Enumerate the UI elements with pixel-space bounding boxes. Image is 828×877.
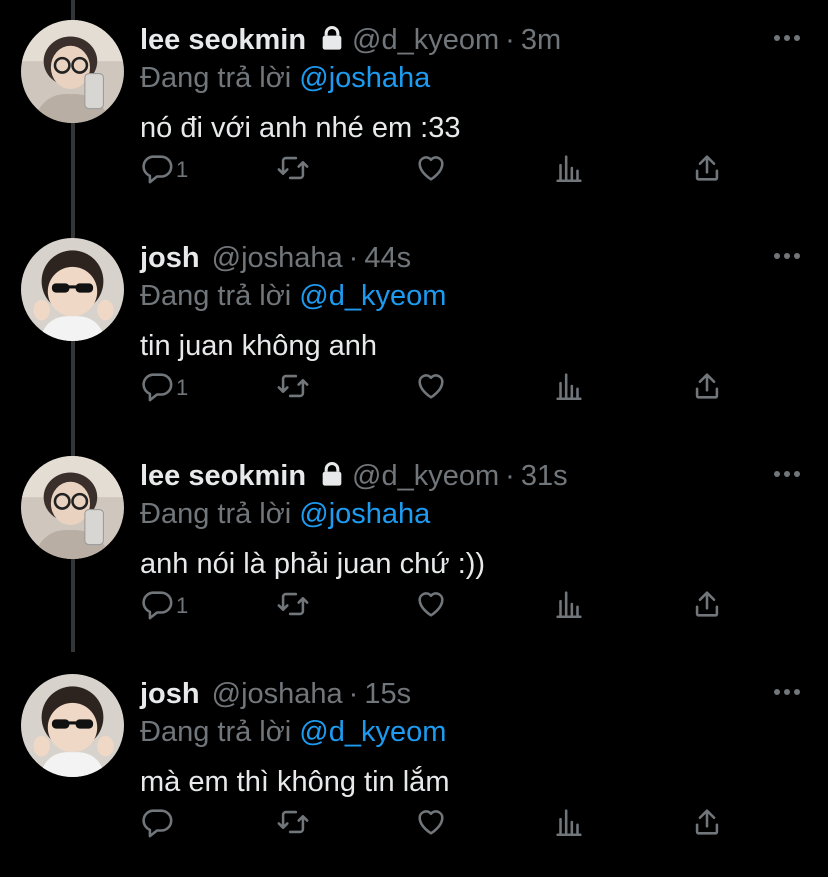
tweet-actions: 1 <box>140 368 740 408</box>
baby-with-sunglasses-avatar-icon <box>21 238 124 341</box>
reply-icon <box>140 805 174 844</box>
reply-button[interactable]: 1 <box>140 368 188 408</box>
lock-icon <box>318 23 346 63</box>
display-name[interactable]: josh <box>140 678 200 710</box>
share-button[interactable] <box>690 804 724 844</box>
tweet[interactable]: josh @joshaha · 44s Đang trả lời @d_kyeom t… <box>0 218 828 436</box>
tweet-text: anh nói là phải juan chứ :)) <box>140 548 486 580</box>
tweet[interactable]: josh @joshaha · 15s Đang trả lời @d_kyeom m… <box>0 654 828 872</box>
avatar[interactable] <box>21 674 124 777</box>
more-icon[interactable] <box>772 246 802 266</box>
share-icon <box>690 805 724 844</box>
like-icon <box>414 369 448 408</box>
reply-icon <box>140 151 174 190</box>
analytics-icon <box>552 805 586 844</box>
mention-link[interactable]: @joshaha <box>299 498 430 530</box>
reply-count: 1 <box>176 593 189 618</box>
user-handle[interactable]: @d_kyeom <box>352 24 499 56</box>
tweet-text: mà em thì không tin lắm <box>140 766 450 798</box>
retweet-icon <box>276 587 310 626</box>
baby-with-sunglasses-avatar-icon <box>21 674 124 777</box>
display-name[interactable]: josh <box>140 242 200 274</box>
reply-icon <box>140 369 174 408</box>
analytics-icon <box>552 151 586 190</box>
tweet[interactable]: lee seokmin @d_kyeom · 3m Đang trả lời @jos… <box>0 0 828 218</box>
tweet-text: nó đi với anh nhé em :33 <box>140 112 461 144</box>
timestamp[interactable]: 15s <box>364 678 411 710</box>
like-button[interactable] <box>414 804 448 844</box>
analytics-button[interactable] <box>552 586 586 626</box>
user-handle[interactable]: @joshaha <box>212 242 343 274</box>
tweet-actions <box>140 804 740 844</box>
retweet-button[interactable] <box>276 150 310 190</box>
more-icon[interactable] <box>772 28 802 48</box>
retweet-button[interactable] <box>276 368 310 408</box>
replying-to: Đang trả lời @d_kyeom <box>140 712 446 752</box>
user-handle[interactable]: @joshaha <box>212 678 343 710</box>
lock-icon <box>318 459 346 499</box>
avatar[interactable] <box>21 20 124 123</box>
analytics-icon <box>552 587 586 626</box>
replying-to-label: Đang trả lời <box>140 498 292 530</box>
retweet-icon <box>276 369 310 408</box>
share-icon <box>690 369 724 408</box>
analytics-button[interactable] <box>552 804 586 844</box>
share-button[interactable] <box>690 586 724 626</box>
reply-button[interactable]: 1 <box>140 150 188 190</box>
mention-link[interactable]: @joshaha <box>299 62 430 94</box>
timestamp[interactable]: 3m <box>521 24 561 56</box>
tweet-actions: 1 <box>140 586 740 626</box>
avatar[interactable] <box>21 456 124 559</box>
reply-count: 1 <box>176 157 189 182</box>
share-button[interactable] <box>690 368 724 408</box>
avatar[interactable] <box>21 238 124 341</box>
more-icon[interactable] <box>772 682 802 702</box>
like-icon <box>414 151 448 190</box>
like-button[interactable] <box>414 368 448 408</box>
retweet-icon <box>276 151 310 190</box>
retweet-icon <box>276 805 310 844</box>
more-icon[interactable] <box>772 464 802 484</box>
person-with-glasses-avatar-icon <box>21 456 124 559</box>
timestamp[interactable]: 44s <box>364 242 411 274</box>
tweet-actions: 1 <box>140 150 740 190</box>
replying-to: Đang trả lời @joshaha <box>140 494 430 534</box>
analytics-button[interactable] <box>552 150 586 190</box>
analytics-icon <box>552 369 586 408</box>
reply-button[interactable] <box>140 804 176 844</box>
retweet-button[interactable] <box>276 804 310 844</box>
share-icon <box>690 151 724 190</box>
person-with-glasses-avatar-icon <box>21 20 124 123</box>
tweet-text: tin juan không anh <box>140 330 378 362</box>
timestamp[interactable]: 31s <box>521 460 568 492</box>
like-icon <box>414 805 448 844</box>
tweet[interactable]: lee seokmin @d_kyeom · 31s Đang trả lời @jo… <box>0 436 828 654</box>
user-handle[interactable]: @d_kyeom <box>352 460 499 492</box>
retweet-button[interactable] <box>276 586 310 626</box>
share-button[interactable] <box>690 150 724 190</box>
replying-to-label: Đang trả lời <box>140 280 292 312</box>
reply-icon <box>140 587 174 626</box>
share-icon <box>690 587 724 626</box>
reply-count: 1 <box>176 375 189 400</box>
replying-to-label: Đang trả lời <box>140 716 292 748</box>
mention-link[interactable]: @d_kyeom <box>299 716 446 748</box>
replying-to: Đang trả lời @d_kyeom <box>140 276 446 316</box>
like-button[interactable] <box>414 586 448 626</box>
replying-to: Đang trả lời @joshaha <box>140 58 430 98</box>
display-name[interactable]: lee seokmin <box>140 460 306 492</box>
like-icon <box>414 587 448 626</box>
like-button[interactable] <box>414 150 448 190</box>
display-name[interactable]: lee seokmin <box>140 24 306 56</box>
reply-button[interactable]: 1 <box>140 586 188 626</box>
analytics-button[interactable] <box>552 368 586 408</box>
replying-to-label: Đang trả lời <box>140 62 292 94</box>
mention-link[interactable]: @d_kyeom <box>299 280 446 312</box>
